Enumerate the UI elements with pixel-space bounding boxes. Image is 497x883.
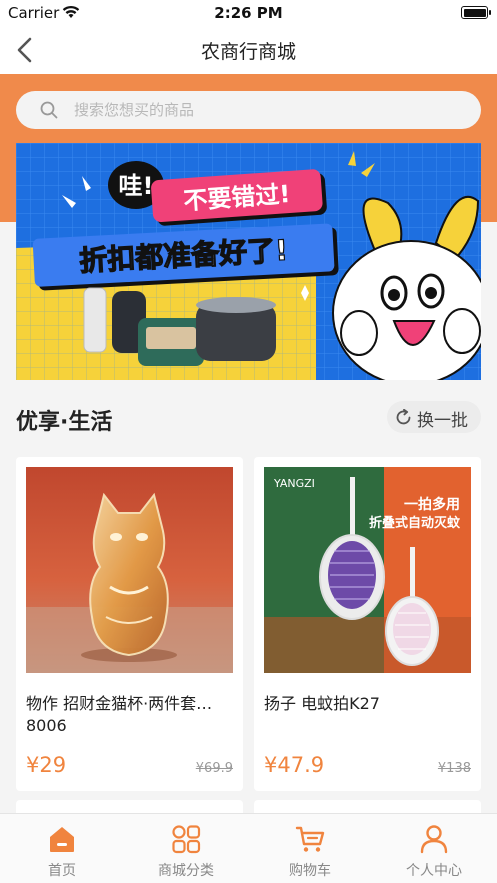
section-title: 优享·生活 bbox=[16, 410, 113, 435]
tab-cart[interactable]: 购物车 bbox=[248, 814, 372, 883]
status-bar: Carrier 2:26 PM bbox=[0, 0, 497, 26]
search-bar[interactable] bbox=[16, 91, 481, 129]
image-brand: YANGZI bbox=[273, 477, 315, 490]
product-image bbox=[26, 467, 233, 673]
tab-profile[interactable]: 个人中心 bbox=[372, 814, 496, 883]
tab-categories-label: 商城分类 bbox=[158, 863, 214, 879]
status-time: 2:26 PM bbox=[214, 4, 283, 22]
section-header: 优享·生活 换一批 bbox=[0, 398, 497, 438]
nav-bar: 农商行商城 bbox=[0, 26, 497, 74]
battery-icon bbox=[461, 6, 491, 19]
product-name: 物作 招财金猫杯·两件套…8006 bbox=[26, 694, 213, 735]
product-card[interactable]: 物作 招财金猫杯·两件套…8006 ¥29 ¥69.9 bbox=[16, 457, 243, 791]
banner-exclaim: 哇! bbox=[119, 172, 154, 200]
tab-profile-label: 个人中心 bbox=[406, 863, 462, 879]
home-icon bbox=[50, 827, 74, 852]
image-line2: 折叠式自动灭蚊 bbox=[369, 515, 461, 531]
refresh-button[interactable]: 换一批 bbox=[387, 401, 481, 433]
product-card[interactable]: YANGZI 一拍多用 折叠式自动灭蚊 扬子 电蚊拍K27 ¥47.9 ¥138 bbox=[254, 457, 481, 791]
tab-cart-label: 购物车 bbox=[289, 863, 331, 879]
refresh-label: 换一批 bbox=[417, 411, 468, 431]
product-price: ¥47.9 bbox=[264, 753, 325, 777]
tab-home[interactable]: 首页 bbox=[0, 814, 124, 883]
cart-icon bbox=[295, 826, 325, 852]
search-icon bbox=[40, 101, 58, 119]
product-price: ¥29 bbox=[26, 753, 67, 777]
promo-banner[interactable]: 哇! 不要错过! 折扣都准备好了! bbox=[16, 143, 481, 380]
bottom-tab-bar: 首页 商城分类 购物车 个人中心 bbox=[0, 813, 497, 883]
image-line1: 一拍多用 bbox=[404, 496, 460, 513]
search-input[interactable] bbox=[74, 91, 464, 129]
product-image: YANGZI 一拍多用 折叠式自动灭蚊 bbox=[264, 467, 471, 673]
refresh-icon bbox=[396, 409, 411, 425]
product-original-price: ¥69.9 bbox=[195, 761, 233, 776]
promo-banner-art: 哇! 不要错过! 折扣都准备好了! bbox=[16, 143, 481, 380]
product-name: 扬子 电蚊拍K27 bbox=[264, 694, 380, 713]
page-title: 农商行商城 bbox=[200, 41, 296, 63]
product-original-price: ¥138 bbox=[437, 761, 471, 776]
tab-categories[interactable]: 商城分类 bbox=[124, 814, 248, 883]
user-icon bbox=[420, 825, 448, 854]
grid-icon bbox=[172, 825, 201, 854]
tab-home-label: 首页 bbox=[48, 863, 76, 879]
